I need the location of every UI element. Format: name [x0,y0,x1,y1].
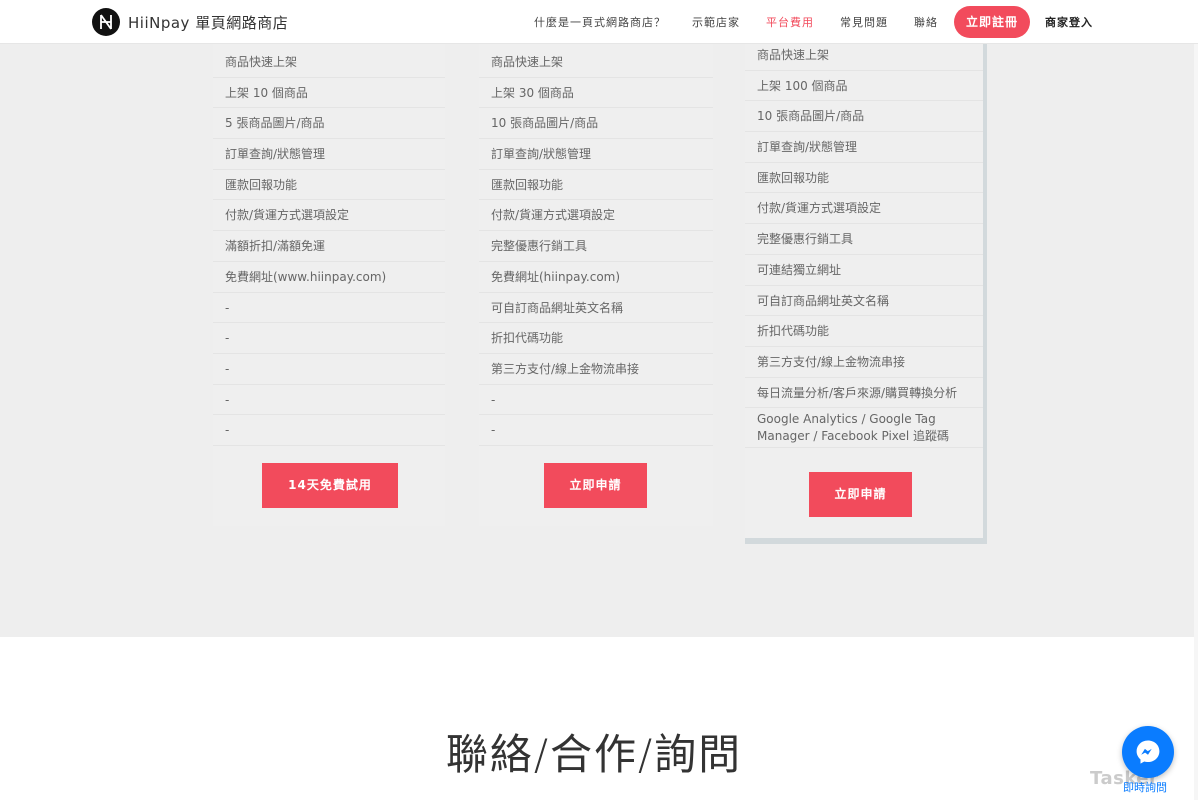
nav-item-pricing[interactable]: 平台費用 [766,14,814,30]
plan-feature: 滿額折扣/滿額免運 [213,231,445,262]
plan-feature: 可自訂商品網址英文名稱 [745,286,983,317]
plan-feature: 可自訂商品網址英文名稱 [479,293,713,324]
main-nav: 什麼是一頁式網路商店？ 示範店家 平台費用 常見問題 聯絡 立即註冊 [508,6,1030,38]
plan-feature: - [213,323,445,354]
nav-item-what-is[interactable]: 什麼是一頁式網路商店？ [534,14,666,30]
plan-feature: 10 張商品圖片/商品 [745,101,983,133]
plan-feature: - [213,293,445,324]
plan-feature: 商品快速上架 [479,47,713,78]
plan-feature: 10 張商品圖片/商品 [479,108,713,140]
nav-item-contact[interactable]: 聯絡 [914,14,938,30]
plan-feature: 第三方支付/線上金物流串接 [479,354,713,385]
plan-feature: 匯款回報功能 [479,170,713,201]
plan-feature: 匯款回報功能 [213,170,445,201]
site-header: HiiNpay 單頁網路商店 什麼是一頁式網路商店？ 示範店家 平台費用 常見問… [0,0,1198,44]
plan-feature: 5 張商品圖片/商品 [213,108,445,140]
plan-feature: 完整優惠行銷工具 [745,224,983,255]
plan-feature: 免費網址(www.hiinpay.com) [213,262,445,293]
nav-item-demo-stores[interactable]: 示範店家 [692,14,740,30]
messenger-chat-button[interactable] [1122,726,1174,778]
register-button[interactable]: 立即註冊 [953,6,1030,38]
plan-card-premium: 商品快速上架 上架 100 個商品 10 張商品圖片/商品 訂單查詢/狀態管理 … [745,40,987,544]
plan-feature: 折扣代碼功能 [479,323,713,354]
plan-feature: 完整優惠行銷工具 [479,231,713,262]
plan-feature: Google Analytics / Google Tag Manager / … [745,408,983,449]
brand-logo[interactable]: HiiNpay 單頁網路商店 [92,8,288,36]
plan-feature: 訂單查詢/狀態管理 [213,139,445,170]
plan-feature: 付款/貨運方式選項設定 [479,200,713,232]
plan-feature: 上架 10 個商品 [213,78,445,109]
plan-feature: 可連結獨立網址 [745,255,983,286]
plan-feature: 折扣代碼功能 [745,316,983,347]
apply-button-premium[interactable]: 立即申請 [809,472,912,517]
plan-feature: 免費網址(hiinpay.com) [479,262,713,293]
plan-feature: 訂單查詢/狀態管理 [479,139,713,170]
contact-title: 聯絡/合作/詢問 [445,730,743,779]
plan-feature: - [213,415,445,446]
plan-feature: 上架 30 個商品 [479,78,713,109]
plan-feature: - [479,385,713,416]
plan-feature: 商品快速上架 [213,47,445,78]
pricing-section: 商品快速上架 上架 10 個商品 5 張商品圖片/商品 訂單查詢/狀態管理 匯款… [0,40,1198,637]
plan-feature: 匯款回報功能 [745,163,983,194]
plan-feature: 付款/貨運方式選項設定 [213,200,445,232]
apply-button-standard[interactable]: 立即申請 [544,463,647,508]
brand-name: HiiNpay 單頁網路商店 [128,13,289,32]
messenger-icon [1136,740,1160,764]
merchant-login-link[interactable]: 商家登入 [1045,14,1093,30]
nav-item-faq[interactable]: 常見問題 [840,14,888,30]
plan-feature: 付款/貨運方式選項設定 [745,193,983,225]
plan-feature: - [213,354,445,385]
plan-feature: - [213,385,445,416]
plan-feature: 每日流量分析/客戶來源/購買轉換分析 [745,378,983,409]
plan-feature: 訂單查詢/狀態管理 [745,132,983,163]
page-scrollbar-track[interactable] [1194,44,1198,800]
contact-section: 聯絡/合作/詢問 [0,637,1198,800]
messenger-label[interactable]: 即時詢問 [1123,779,1167,795]
plan-feature: - [479,415,713,446]
plan-feature: 上架 100 個商品 [745,71,983,102]
logo-icon [92,8,120,36]
free-trial-button[interactable]: 14天免費試用 [262,463,398,508]
plan-card-standard: 商品快速上架 上架 30 個商品 10 張商品圖片/商品 訂單查詢/狀態管理 匯… [479,44,713,526]
plan-feature: 第三方支付/線上金物流串接 [745,347,983,378]
plan-card-basic: 商品快速上架 上架 10 個商品 5 張商品圖片/商品 訂單查詢/狀態管理 匯款… [213,44,445,526]
plan-feature: 商品快速上架 [745,40,983,71]
